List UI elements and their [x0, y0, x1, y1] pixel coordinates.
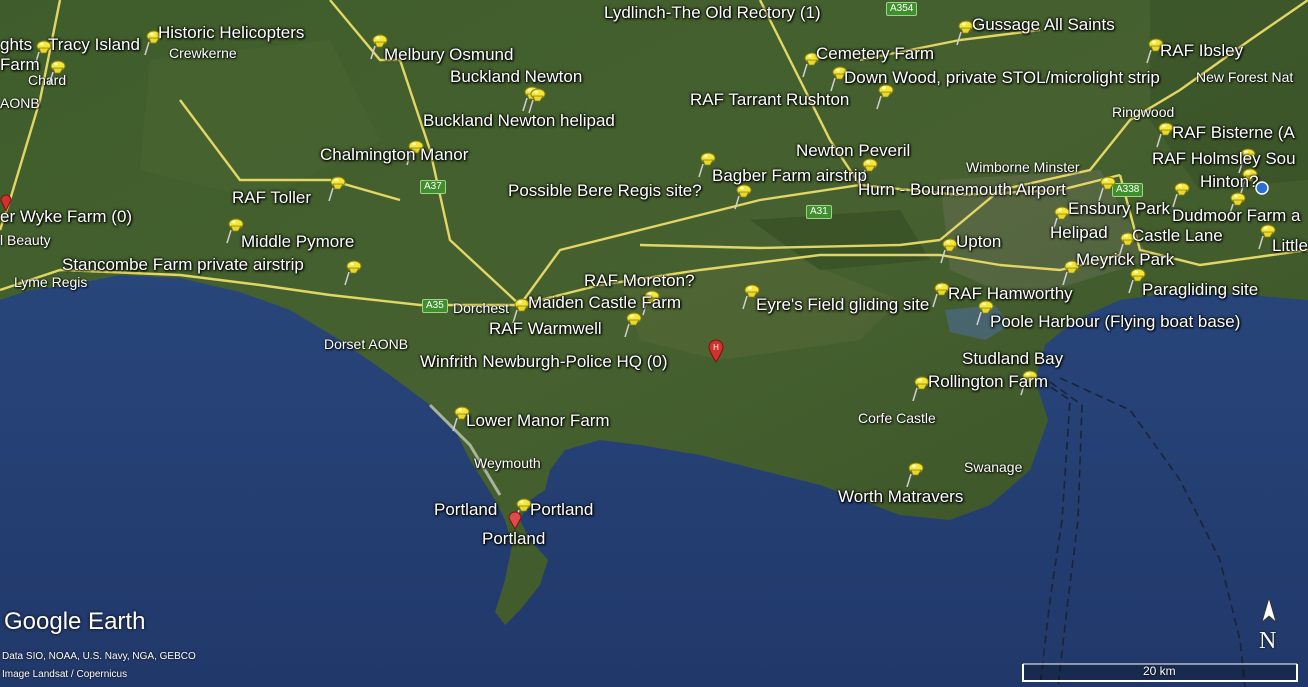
- town-beauty: l Beauty: [0, 232, 51, 248]
- pushpin-icon[interactable]: [732, 182, 754, 210]
- placemark-label-historic-helicopters[interactable]: Historic Helicopters: [158, 24, 304, 41]
- placemark-label-raf-moreton[interactable]: RAF Moreton?: [584, 272, 695, 289]
- placemark-label-studland[interactable]: Studland Bay: [962, 350, 1063, 367]
- placemark-label-stancombe[interactable]: Stancombe Farm private airstrip: [62, 256, 304, 273]
- town-new-forest: New Forest Nat: [1196, 69, 1294, 85]
- placemark-label-worth-matravers[interactable]: Worth Matravers: [838, 488, 963, 505]
- placemark-label-bere-regis[interactable]: Possible Bere Regis site?: [508, 182, 702, 199]
- pushpin-icon[interactable]: [904, 460, 926, 488]
- road-shield-a35: A35: [422, 299, 448, 313]
- pushpin-icon[interactable]: [1096, 174, 1118, 202]
- placemark-label-ensbury[interactable]: Ensbury Park: [1068, 200, 1170, 217]
- pushpin-icon[interactable]: [622, 310, 644, 338]
- placemark-label-portland-c[interactable]: Portland: [482, 530, 545, 547]
- placemark-label-castle-lane[interactable]: Castle Lane: [1132, 227, 1223, 244]
- placemark-label-tracy-island[interactable]: Tracy Island: [48, 36, 140, 53]
- placemark-label-buckland-helipad[interactable]: Buckland Newton helipad: [423, 112, 615, 129]
- placemark-label-raf-ibsley[interactable]: RAF Ibsley: [1160, 42, 1243, 59]
- placemark-label-maiden-castle[interactable]: Maiden Castle Farm: [528, 294, 681, 311]
- pushpin-icon[interactable]: [526, 86, 548, 114]
- town-lyme-regis: Lyme Regis: [14, 274, 88, 290]
- placemark-label-hinton[interactable]: Hinton?: [1200, 173, 1259, 190]
- placemark-label-hurn[interactable]: Hurn - Bournemouth Airport: [858, 181, 1066, 198]
- pushpin-icon[interactable]: [1170, 180, 1192, 208]
- placemark-label-raf-warmwell[interactable]: RAF Warmwell: [489, 320, 602, 337]
- compass-label: N: [1259, 628, 1277, 654]
- placemark-label-dudmoor[interactable]: Dudmoor Farm a: [1172, 207, 1300, 224]
- town-swanage: Swanage: [964, 459, 1023, 475]
- placemark-label-raf-bisterne[interactable]: RAF Bisterne (A: [1172, 124, 1295, 141]
- placemark-label-portland-a[interactable]: Portland: [434, 501, 497, 518]
- placemark-label-rollington[interactable]: Rollington Farm: [928, 373, 1048, 390]
- placemark-label-middle-pymore[interactable]: Middle Pymore: [241, 233, 354, 250]
- placemark-label-newton-peveril[interactable]: Newton Peveril: [796, 142, 910, 159]
- road-shield-a31: A31: [806, 205, 832, 219]
- placemark-label-winfrith[interactable]: Winfrith Newburgh-Police HQ (0): [420, 353, 668, 370]
- svg-text:H: H: [713, 343, 719, 352]
- placemark-label-raf-hamworthy[interactable]: RAF Hamworthy: [948, 285, 1073, 302]
- placemark-label-upton[interactable]: Upton: [956, 233, 1001, 250]
- scale-label: 20 km: [1143, 664, 1176, 678]
- pushpin-icon[interactable]: [342, 258, 364, 286]
- placemark-label-wyke-farm[interactable]: er Wyke Farm (0): [0, 208, 132, 225]
- credit-image: Image Landsat / Copernicus: [2, 669, 128, 680]
- placemark-label-little[interactable]: Little: [1272, 237, 1308, 254]
- placemark-label-gussage[interactable]: Gussage All Saints: [972, 16, 1115, 33]
- portland-red-marker-icon[interactable]: [508, 510, 522, 530]
- placemark-label-raf-holmsley[interactable]: RAF Holmsley Sou: [1152, 150, 1296, 167]
- placemark-label-cemetery-farm[interactable]: Cemetery Farm: [816, 45, 934, 62]
- placemark-label-buckland-newton[interactable]: Buckland Newton: [450, 68, 582, 85]
- placemark-label-eyres-field[interactable]: Eyre's Field gliding site: [756, 296, 929, 313]
- placemark-label-farm-left[interactable]: Farm: [0, 56, 40, 73]
- town-ringwood: Ringwood: [1112, 104, 1175, 120]
- road-shield-a37: A37: [420, 180, 446, 194]
- placemark-label-raf-tarrant[interactable]: RAF Tarrant Rushton: [690, 91, 849, 108]
- pushpin-icon[interactable]: [46, 58, 68, 86]
- town-wimborne: Wimborne Minster: [966, 159, 1080, 175]
- pushpin-icon[interactable]: [874, 82, 896, 110]
- placemark-label-chalmington[interactable]: Chalmington Manor: [320, 146, 468, 163]
- placemark-label-poole-harbour[interactable]: Poole Harbour (Flying boat base): [990, 313, 1240, 330]
- placemark-label-lower-manor[interactable]: Lower Manor Farm: [466, 412, 610, 429]
- placemark-label-melbury[interactable]: Melbury Osmund: [384, 46, 513, 63]
- placemark-label-paragliding[interactable]: Paragliding site: [1142, 281, 1258, 298]
- red-h-marker-icon[interactable]: H: [708, 339, 724, 363]
- red-marker-icon[interactable]: [0, 192, 12, 212]
- placemark-label-raf-toller[interactable]: RAF Toller: [232, 189, 311, 206]
- town-crewkerne: Crewkerne: [169, 45, 237, 61]
- town-dorset-aonb: Dorset AONB: [324, 336, 409, 352]
- map-view[interactable]: A354 A37 A31 A338 A35 Crewkerne Chard AO…: [0, 0, 1308, 687]
- road-shield-a354: A354: [886, 2, 918, 16]
- placemark-label-portland-b[interactable]: Portland: [530, 501, 593, 518]
- placemark-label-helipad[interactable]: Helipad: [1050, 224, 1108, 241]
- town-weymouth: Weymouth: [474, 455, 541, 471]
- google-earth-logo: Google Earth: [4, 608, 146, 635]
- credit-data: Data SIO, NOAA, U.S. Navy, NGA, GEBCO: [2, 651, 196, 662]
- placemark-label-ghts[interactable]: ghts: [0, 36, 32, 53]
- placemark-label-lydlinch[interactable]: Lydlinch-The Old Rectory (1): [604, 4, 821, 21]
- town-dorchester: Dorchest: [453, 300, 510, 316]
- pushpin-icon[interactable]: [326, 174, 348, 202]
- town-corfe-castle: Corfe Castle: [858, 410, 936, 426]
- town-aonb: AONB: [0, 95, 40, 111]
- blue-marker-icon[interactable]: [1255, 180, 1269, 198]
